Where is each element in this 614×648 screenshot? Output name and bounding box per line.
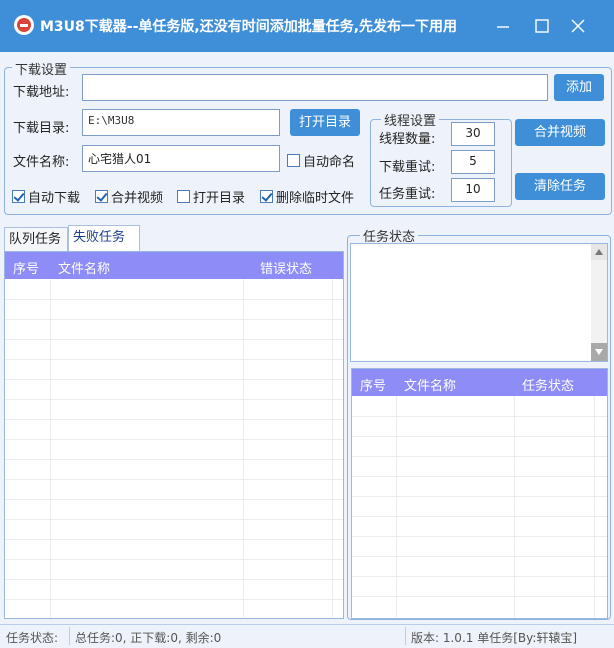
- thread-count-label: 线程数量:: [379, 132, 436, 147]
- dir-label: 下载目录:: [13, 121, 70, 136]
- col-index[interactable]: 序号: [13, 258, 39, 277]
- status-bar: 任务状态: 总任务:0, 正下载:0, 剩余:0 版本: 1.0.1 单任务[B…: [0, 624, 614, 648]
- open-dir-checkbox[interactable]: 打开目录: [177, 187, 245, 206]
- main-area: 下载设置 下载地址: 添加 下载目录: E:\M3U8 打开目录 文件名称: 心…: [0, 52, 614, 624]
- auto-name-label: 自动命名: [303, 155, 356, 170]
- status-summary: 总任务:0, 正下载:0, 剩余:0: [75, 631, 222, 645]
- tab-queue-tasks[interactable]: 队列任务: [4, 227, 68, 251]
- auto-download-checkbox[interactable]: 自动下载: [12, 187, 80, 206]
- task-table[interactable]: 序号 文件名称 任务状态: [351, 368, 608, 619]
- auto-name-checkbox[interactable]: 自动命名: [287, 151, 355, 170]
- status-label: 任务状态:: [6, 631, 59, 645]
- version-text: 版本: 1.0.1 单任务[By:轩辕宝]: [411, 631, 578, 645]
- task-retry-label: 任务重试:: [379, 187, 436, 202]
- close-button[interactable]: [565, 14, 591, 38]
- clear-tasks-button[interactable]: 清除任务: [515, 173, 605, 200]
- col-file-name[interactable]: 文件名称: [58, 258, 110, 277]
- thread-settings-title: 线程设置: [381, 110, 440, 129]
- failed-table-body: [5, 279, 343, 618]
- minimize-button[interactable]: [490, 14, 516, 38]
- download-retry-label: 下载重试:: [379, 160, 436, 175]
- delete-temp-checkbox[interactable]: 删除临时文件: [260, 187, 354, 206]
- auto-download-label: 自动下载: [28, 191, 81, 206]
- dir-input[interactable]: E:\M3U8: [82, 109, 280, 136]
- url-label: 下载地址:: [13, 85, 70, 100]
- maximize-button[interactable]: [529, 14, 555, 38]
- chevron-down-icon: [595, 349, 603, 355]
- task-retry-input[interactable]: 10: [451, 178, 495, 202]
- name-label: 文件名称:: [13, 155, 70, 170]
- merge-video-label: 合并视频: [111, 191, 164, 206]
- close-icon: [571, 19, 585, 33]
- download-retry-input[interactable]: 5: [451, 150, 495, 174]
- task-log-textarea[interactable]: [350, 243, 608, 362]
- merge-video-checkbox[interactable]: 合并视频: [95, 187, 163, 206]
- scroll-down-button[interactable]: [591, 343, 607, 361]
- window-title: M3U8下载器--单任务版,还没有时间添加批量任务,先发布一下用用: [40, 19, 458, 35]
- chevron-up-icon: [595, 249, 603, 255]
- failed-task-table[interactable]: 序号 文件名称 错误状态: [4, 251, 344, 619]
- maximize-icon: [535, 19, 549, 33]
- delete-temp-label: 删除临时文件: [276, 191, 355, 206]
- task-table-body: [352, 396, 607, 618]
- checkbox-checked-icon: [12, 190, 25, 203]
- checkbox-icon: [177, 190, 190, 203]
- log-scrollbar[interactable]: [591, 244, 607, 361]
- title-bar[interactable]: M3U8下载器--单任务版,还没有时间添加批量任务,先发布一下用用: [0, 0, 614, 52]
- thread-count-input[interactable]: 30: [451, 122, 495, 146]
- col-error-status[interactable]: 错误状态: [260, 258, 312, 277]
- checkbox-checked-icon: [260, 190, 273, 203]
- add-button[interactable]: 添加: [554, 74, 604, 101]
- col-task-status[interactable]: 任务状态: [522, 375, 574, 394]
- col-index[interactable]: 序号: [360, 375, 386, 394]
- checkbox-checked-icon: [95, 190, 108, 203]
- task-table-header: 序号 文件名称 任务状态: [352, 369, 607, 396]
- app-logo-icon: [14, 15, 34, 35]
- open-dir-button[interactable]: 打开目录: [290, 109, 360, 136]
- file-name-input[interactable]: 心宅猎人01: [82, 145, 280, 172]
- tab-failed-tasks[interactable]: 失败任务: [68, 225, 140, 251]
- download-settings-title: 下载设置: [12, 59, 71, 78]
- open-dir-check-label: 打开目录: [193, 191, 246, 206]
- minimize-icon: [497, 26, 509, 28]
- scroll-up-button[interactable]: [591, 244, 607, 260]
- url-input[interactable]: [82, 74, 548, 101]
- col-file-name[interactable]: 文件名称: [404, 375, 456, 394]
- checkbox-icon: [287, 154, 300, 167]
- failed-table-header: 序号 文件名称 错误状态: [5, 252, 343, 279]
- merge-video-button[interactable]: 合并视频: [515, 119, 605, 146]
